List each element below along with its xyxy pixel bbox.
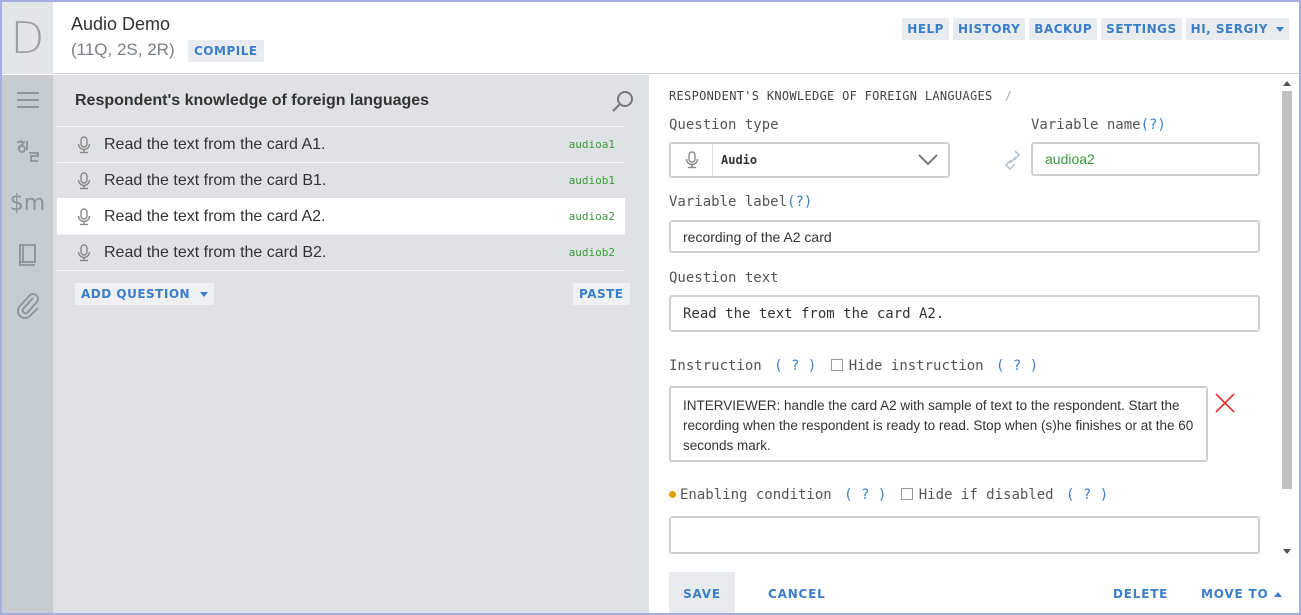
instruction-row: Instruction ( ? ) Hide instruction ( ? ) [669,358,1038,374]
paste-button[interactable]: PASTE [573,283,630,305]
variable-name-label: Variable name(?) [1031,117,1166,133]
variable-name-label-text: Variable name [1031,117,1141,133]
question-row-selected[interactable]: Read the text from the card A2. audioa2 [57,198,625,234]
question-row[interactable]: Read the text from the card B2. audiob2 [57,234,625,270]
variable-label-input[interactable]: recording of the A2 card [669,220,1260,253]
enabling-condition-row: Enabling condition ( ? ) Hide if disable… [669,487,1108,503]
lookup-tables-icon[interactable] [2,235,53,275]
instruction-textarea[interactable]: INTERVIEWER: handle the card A2 with sam… [669,386,1208,462]
add-question-button[interactable]: ADD QUESTION [75,283,215,305]
move-to-label: MOVE TO [1201,587,1269,601]
question-variable: audiob1 [568,174,615,187]
cancel-button[interactable]: CANCEL [768,572,826,615]
search-icon[interactable] [611,89,635,118]
question-editor: RESPONDENT'S KNOWLEDGE OF FOREIGN LANGUA… [649,75,1299,615]
questionnaire-counts: (11Q, 2S, 2R) [71,40,175,59]
scroll-up-arrow-icon[interactable] [1283,81,1291,86]
scrollbar-thumb[interactable] [1282,91,1292,489]
microphone-icon [77,172,91,195]
enabling-condition-input[interactable] [669,516,1260,554]
question-text: Read the text from the card A1. [104,135,326,153]
instruction-label: Instruction [669,358,762,374]
breadcrumb-separator: / [1004,89,1013,103]
variable-name-value: audioa2 [1045,151,1095,167]
question-text-label: Question text [669,270,779,286]
variable-label-label: Variable label(?) [669,194,812,210]
breadcrumb: RESPONDENT'S KNOWLEDGE OF FOREIGN LANGUA… [669,89,1012,103]
variable-name-input[interactable]: audioa2 [1031,142,1260,176]
user-greeting: HI, SERGIY [1190,22,1268,36]
settings-button[interactable]: SETTINGS [1101,18,1182,40]
menu-icon[interactable] [2,80,53,120]
question-variable: audioa2 [568,210,615,223]
translate-icon[interactable] [2,131,53,171]
question-text: Read the text from the card A2. [104,207,326,225]
help-icon[interactable]: ( ? ) [996,358,1038,374]
link-icon[interactable] [1004,149,1022,176]
top-nav: HELP HISTORY BACKUP SETTINGS HI, SERGIY [902,18,1289,40]
question-type-label: Question type [669,117,779,133]
chevron-down-icon [1276,26,1284,32]
question-text: Read the text from the card B2. [104,243,327,261]
hide-instruction-label: Hide instruction [848,358,984,374]
logo-letter: D [10,12,45,64]
microphone-icon [77,136,91,159]
microphone-icon [671,144,713,176]
questionnaire-title: Audio Demo [71,14,171,34]
app-logo[interactable]: D [2,2,53,74]
microphone-icon [77,208,91,231]
question-row[interactable]: Read the text from the card A1. audioa1 [57,126,625,162]
question-row[interactable]: Read the text from the card B1. audiob1 [57,162,625,198]
microphone-icon [77,244,91,267]
question-text: Read the text from the card B1. [104,171,327,189]
chevron-down-icon [918,152,938,171]
attachments-icon[interactable] [2,285,53,325]
remove-instruction-icon[interactable] [1215,393,1235,418]
hide-if-disabled-checkbox[interactable] [900,488,913,500]
chevron-down-icon [200,291,209,297]
instruction-value: INTERVIEWER: handle the card A2 with sam… [683,398,1194,453]
question-variable: audioa1 [568,138,615,151]
help-icon[interactable]: ( ? ) [774,358,816,374]
section-title: Respondent's knowledge of foreign langua… [75,92,430,109]
backup-button[interactable]: BACKUP [1029,18,1098,40]
user-menu-button[interactable]: HI, SERGIY [1185,18,1289,40]
compile-button[interactable]: COMPILE [188,40,264,62]
variable-label-value: recording of the A2 card [683,229,832,245]
delete-button[interactable]: DELETE [1113,572,1168,615]
question-type-select[interactable]: Audio [669,142,950,178]
question-variable: audiob2 [568,246,615,259]
help-icon[interactable]: ( ? ) [1066,487,1108,503]
question-list: Read the text from the card A1. audioa1 … [57,126,625,271]
top-header: D Audio Demo (11Q, 2S, 2R) COMPILE HELP … [2,2,1299,74]
editor-scrollbar[interactable] [1280,75,1294,565]
enabling-condition-label: Enabling condition [680,487,832,503]
question-text-value: Read the text from the card A2. [683,306,945,322]
question-text-input[interactable]: Read the text from the card A2. [669,295,1260,332]
help-icon[interactable]: ( ? ) [844,487,886,503]
save-button[interactable]: SAVE [669,572,735,615]
question-type-value: Audio [721,153,758,167]
chevron-up-icon [1274,591,1283,597]
history-button[interactable]: HISTORY [952,18,1026,40]
left-rail: $m [2,75,53,613]
add-question-label: ADD QUESTION [81,287,191,301]
variable-label-label-text: Variable label [669,194,788,210]
hide-if-disabled-label: Hide if disabled [918,487,1054,503]
help-icon[interactable]: (?) [1141,117,1166,133]
questions-panel: Respondent's knowledge of foreign langua… [53,75,649,613]
hide-instruction-checkbox[interactable] [830,359,843,371]
help-icon[interactable]: (?) [787,194,812,210]
macros-icon[interactable]: $m [2,183,53,223]
help-button[interactable]: HELP [902,18,949,40]
breadcrumb-section[interactable]: RESPONDENT'S KNOWLEDGE OF FOREIGN LANGUA… [669,89,993,103]
list-divider [57,270,625,271]
move-to-button[interactable]: MOVE TO [1201,572,1283,615]
condition-indicator-dot [669,491,676,498]
scroll-down-arrow-icon[interactable] [1283,549,1291,554]
